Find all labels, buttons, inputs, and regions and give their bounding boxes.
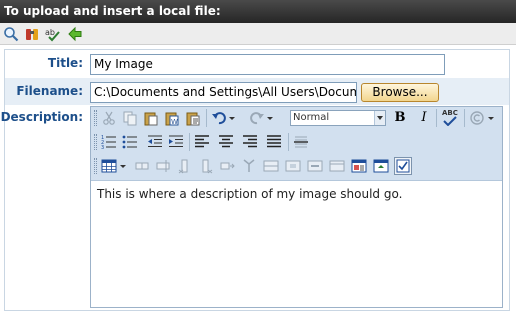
- outdent-icon[interactable]: [147, 134, 163, 150]
- undo-icon[interactable]: [211, 110, 227, 126]
- checkmark-icon: [443, 116, 457, 126]
- insert-column-icon[interactable]: [155, 158, 171, 174]
- italic-button[interactable]: I: [416, 110, 432, 126]
- search-icon[interactable]: [3, 26, 19, 42]
- merge-cells-icon[interactable]: [263, 158, 279, 174]
- editor-toolbar: W Normal B I ABC 1 2 3: [91, 107, 502, 181]
- numbered-list-icon[interactable]: 1 2 3: [101, 134, 117, 150]
- toolbar-separator: [436, 109, 437, 127]
- paste-icon[interactable]: [143, 110, 159, 126]
- align-justify-icon[interactable]: [266, 134, 282, 150]
- filename-row: Filename: C:\Documents and Settings\All …: [5, 78, 509, 105]
- svg-text:3: 3: [101, 145, 104, 150]
- horizontal-rule-icon[interactable]: [293, 134, 309, 150]
- special-char-dropdown-icon[interactable]: [488, 110, 494, 126]
- toolbar-grip[interactable]: [94, 110, 97, 126]
- back-arrow-icon[interactable]: [67, 26, 83, 42]
- spellcheck-button[interactable]: ABC: [441, 109, 459, 126]
- format-dropdown-value: Normal: [293, 112, 330, 123]
- undo-dropdown-icon[interactable]: [229, 110, 235, 126]
- table-properties-icon[interactable]: [329, 158, 345, 174]
- delete-row-icon[interactable]: [177, 158, 193, 174]
- toolbar-separator: [464, 109, 465, 127]
- browse-button[interactable]: Browse...: [361, 83, 439, 102]
- bullet-list-icon[interactable]: [122, 134, 138, 150]
- binoculars-icon[interactable]: [24, 26, 40, 42]
- paste-text-icon[interactable]: [185, 110, 201, 126]
- filename-input[interactable]: C:\Documents and Settings\All Users\Docu…: [90, 82, 357, 103]
- chevron-down-icon: [374, 111, 385, 125]
- toolbar-separator: [206, 109, 207, 127]
- cell-properties-icon[interactable]: [285, 158, 301, 174]
- indent-icon[interactable]: [168, 134, 184, 150]
- copy-icon[interactable]: [122, 110, 138, 126]
- toolbar-grip[interactable]: [94, 158, 97, 174]
- format-dropdown[interactable]: Normal: [290, 110, 386, 126]
- description-label: Description:: [0, 110, 83, 124]
- align-right-icon[interactable]: [242, 134, 258, 150]
- bold-button[interactable]: B: [392, 110, 408, 126]
- dialog-title: To upload and insert a local file:: [4, 4, 221, 18]
- insert-media-icon[interactable]: [373, 158, 389, 174]
- delete-column-icon[interactable]: [198, 158, 214, 174]
- insert-cell-icon[interactable]: [219, 158, 235, 174]
- redo-icon[interactable]: [249, 110, 265, 126]
- insert-row-icon[interactable]: [134, 158, 150, 174]
- redo-dropdown-icon[interactable]: [267, 110, 273, 126]
- title-label: Title:: [47, 56, 83, 70]
- editor-content-text: This is where a description of my image …: [97, 187, 403, 201]
- rich-text-editor[interactable]: W Normal B I ABC 1 2 3 This is where a d…: [90, 106, 503, 308]
- upload-form-panel: Title: My Image Filename: C:\Documents a…: [0, 49, 510, 311]
- svg-text:ab: ab: [45, 28, 55, 37]
- title-input[interactable]: My Image: [90, 54, 445, 75]
- copyright-icon[interactable]: [469, 110, 485, 126]
- top-toolbar: ab: [0, 23, 516, 45]
- align-center-icon[interactable]: [218, 134, 234, 150]
- split-cell-icon[interactable]: [241, 158, 257, 174]
- row-properties-icon[interactable]: [307, 158, 323, 174]
- title-input-value: My Image: [94, 57, 153, 71]
- cut-icon[interactable]: [101, 110, 117, 126]
- align-left-icon[interactable]: [194, 134, 210, 150]
- filename-input-value: C:\Documents and Settings\All Users\Docu…: [94, 85, 356, 99]
- filename-label: Filename:: [16, 84, 83, 98]
- dialog-titlebar: To upload and insert a local file:: [0, 0, 516, 23]
- spellcheck-icon[interactable]: ab: [45, 26, 61, 42]
- paste-word-icon[interactable]: W: [164, 110, 180, 126]
- toolbar-separator: [189, 133, 190, 151]
- editor-content[interactable]: This is where a description of my image …: [97, 187, 402, 201]
- table-dropdown-icon[interactable]: [120, 158, 126, 174]
- insert-image-icon[interactable]: [351, 158, 367, 174]
- toggle-source-icon[interactable]: [394, 157, 412, 175]
- title-row: Title: My Image: [5, 50, 509, 78]
- svg-text:W: W: [171, 118, 178, 126]
- toolbar-grip[interactable]: [94, 134, 97, 150]
- insert-table-icon[interactable]: [101, 158, 117, 174]
- toolbar-separator: [288, 133, 289, 151]
